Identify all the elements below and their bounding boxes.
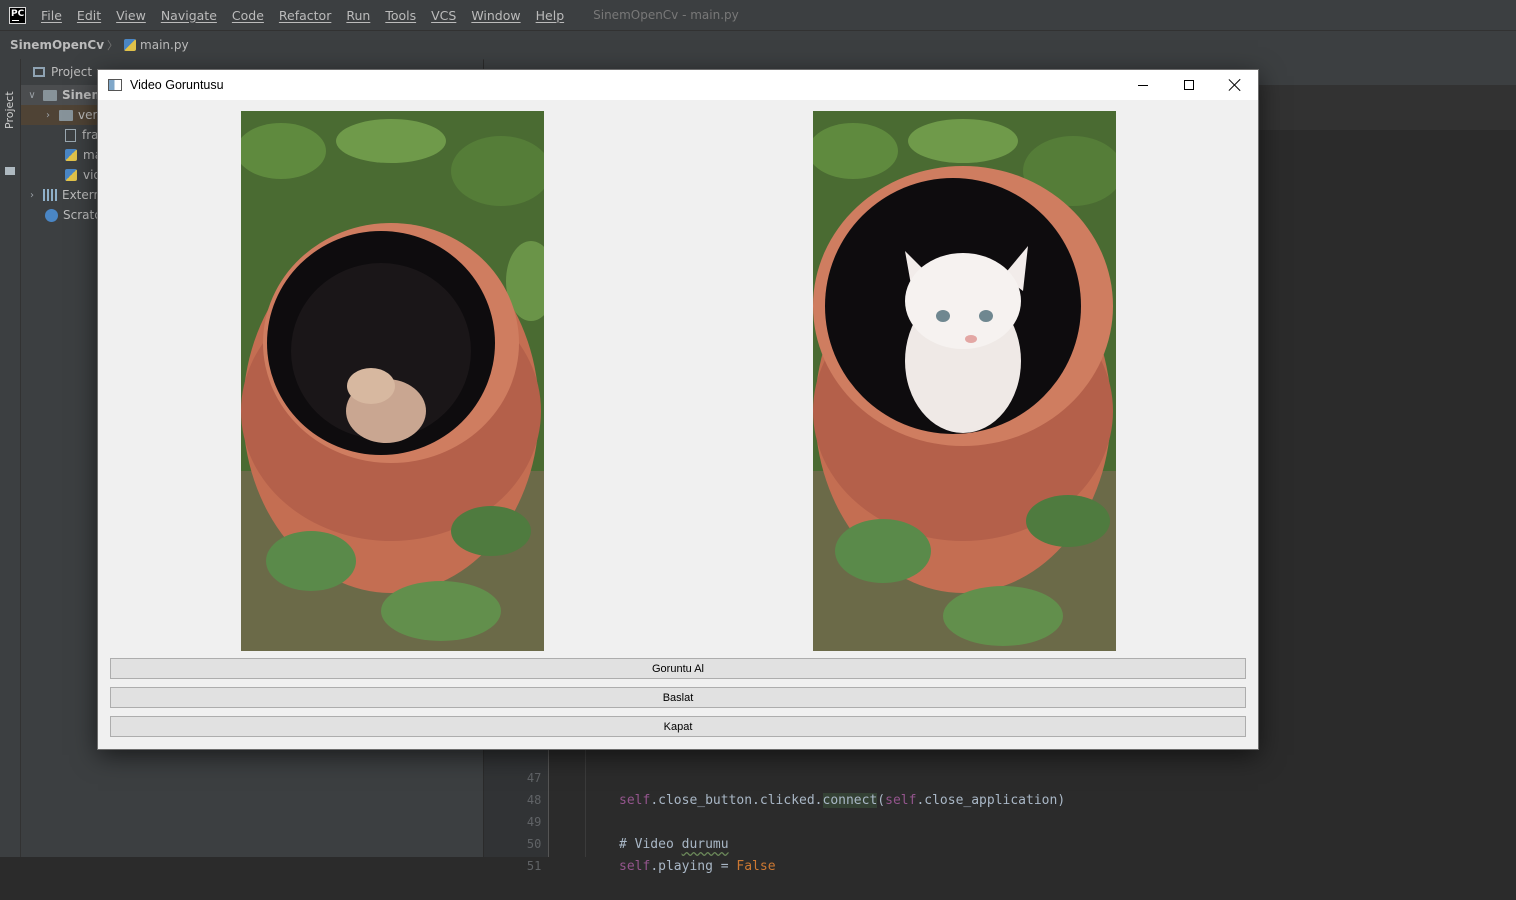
- chevron-right-icon: 〉: [107, 39, 119, 52]
- menu-view[interactable]: View: [107, 8, 152, 23]
- capture-frame-button[interactable]: Goruntu Al: [110, 658, 1246, 679]
- menu-code[interactable]: Code: [223, 8, 270, 23]
- keyword-self: self: [619, 859, 651, 874]
- menu-navigate[interactable]: Navigate: [152, 8, 223, 23]
- close-button[interactable]: Kapat: [110, 716, 1246, 737]
- maximize-button[interactable]: [1166, 70, 1212, 100]
- maximize-icon: [1184, 80, 1194, 90]
- breadcrumb-project[interactable]: SinemOpenCv: [10, 38, 104, 52]
- project-panel-title: Project: [51, 65, 93, 79]
- chevron-right-icon[interactable]: ›: [43, 110, 53, 121]
- menu-edit[interactable]: Edit: [68, 8, 107, 23]
- menu-vcs[interactable]: VCS: [422, 8, 462, 23]
- video-frame-right-image: [813, 111, 1116, 651]
- python-file-icon: [65, 149, 77, 161]
- project-view-icon: [33, 67, 45, 77]
- close-icon: [1228, 78, 1242, 92]
- code-line-51[interactable]: 51: [484, 833, 1516, 873]
- library-icon: [43, 189, 57, 201]
- ide-menubar: PC File Edit View Navigate Code Refactor…: [0, 0, 1516, 30]
- start-button[interactable]: Baslat: [110, 687, 1246, 708]
- python-file-icon: [65, 169, 77, 181]
- scratch-icon: [45, 208, 58, 222]
- ide-window-title: SinemOpenCv - main.py: [593, 8, 739, 22]
- menu-help[interactable]: Help: [527, 8, 571, 23]
- breadcrumb: SinemOpenCv 〉 main.py: [0, 30, 1516, 60]
- chevron-down-icon[interactable]: ∨: [27, 90, 37, 101]
- folder-icon: [43, 89, 57, 101]
- video-frame-left: [241, 111, 544, 651]
- menu-file[interactable]: File: [34, 8, 68, 23]
- window-titlebar[interactable]: Video Goruntusu: [98, 70, 1258, 100]
- video-frame-left-image: [241, 111, 544, 651]
- tool-window-strip: Project: [0, 59, 21, 857]
- pycharm-logo-icon: PC: [9, 6, 26, 24]
- folder-icon: [5, 167, 15, 175]
- menu-run[interactable]: Run: [337, 8, 376, 23]
- code-line-50[interactable]: 50 self.playing = False: [484, 811, 1516, 874]
- window-title: Video Goruntusu: [130, 78, 224, 92]
- code-text: self.playing = False: [619, 856, 776, 878]
- tree-item-label: ver: [78, 108, 98, 122]
- video-window: Video Goruntusu Goruntu Al Baslat Kapat: [98, 70, 1258, 749]
- close-window-button[interactable]: [1212, 70, 1258, 100]
- code-token: .playing =: [650, 859, 737, 874]
- minimize-icon: [1138, 84, 1148, 86]
- minimize-button[interactable]: [1120, 70, 1166, 100]
- window-app-icon: [108, 79, 122, 91]
- line-number: 51: [526, 859, 542, 873]
- menu-tools[interactable]: Tools: [376, 8, 422, 23]
- menu-refactor[interactable]: Refactor: [270, 8, 337, 23]
- tree-item-label: Extern: [62, 188, 102, 202]
- folder-icon: [59, 109, 73, 121]
- code-line-49[interactable]: 49 # Video durumu: [484, 789, 1516, 852]
- chevron-right-icon[interactable]: ›: [27, 190, 37, 201]
- video-frame-right: [813, 111, 1116, 651]
- code-line-48[interactable]: 48: [484, 767, 1516, 807]
- project-tool-tab[interactable]: Project: [3, 91, 16, 129]
- python-file-icon: [124, 39, 137, 51]
- breadcrumb-file[interactable]: main.py: [140, 38, 189, 52]
- keyword-false: False: [736, 859, 776, 874]
- menu-window[interactable]: Window: [462, 8, 526, 23]
- file-icon: [65, 128, 76, 142]
